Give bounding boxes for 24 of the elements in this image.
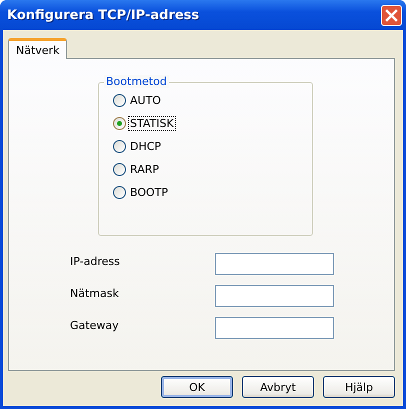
close-button[interactable] (381, 4, 402, 26)
dialog-button[interactable]: Avbryt (242, 376, 314, 398)
field-label: IP-adress (70, 254, 120, 268)
radio-button[interactable] (113, 186, 126, 198)
close-icon (385, 8, 398, 22)
input-field[interactable] (215, 285, 334, 307)
tab[interactable]: Nätverk (8, 38, 68, 59)
radio-label[interactable]: DHCP (128, 138, 164, 154)
field-label: Gateway (70, 318, 119, 332)
radio-label[interactable]: STATISK (128, 116, 176, 130)
input-field[interactable] (215, 253, 334, 275)
field-label: Nätmask (70, 286, 119, 300)
dialog-button[interactable]: Hjälp (323, 376, 395, 398)
dialog-button[interactable]: OK (161, 376, 233, 398)
radio-button[interactable] (113, 140, 126, 152)
radio-label[interactable]: AUTO (128, 92, 163, 108)
window-title: Konfigurera TCP/IP-adress (6, 8, 200, 22)
radio-button[interactable] (113, 94, 126, 106)
radio-button[interactable] (113, 116, 126, 130)
radio-button[interactable] (113, 162, 126, 176)
input-field[interactable] (215, 317, 334, 339)
radio-label[interactable]: RARP (128, 162, 161, 176)
group-legend: Bootmetod (104, 75, 169, 88)
radio-label[interactable]: BOOTP (128, 184, 170, 200)
